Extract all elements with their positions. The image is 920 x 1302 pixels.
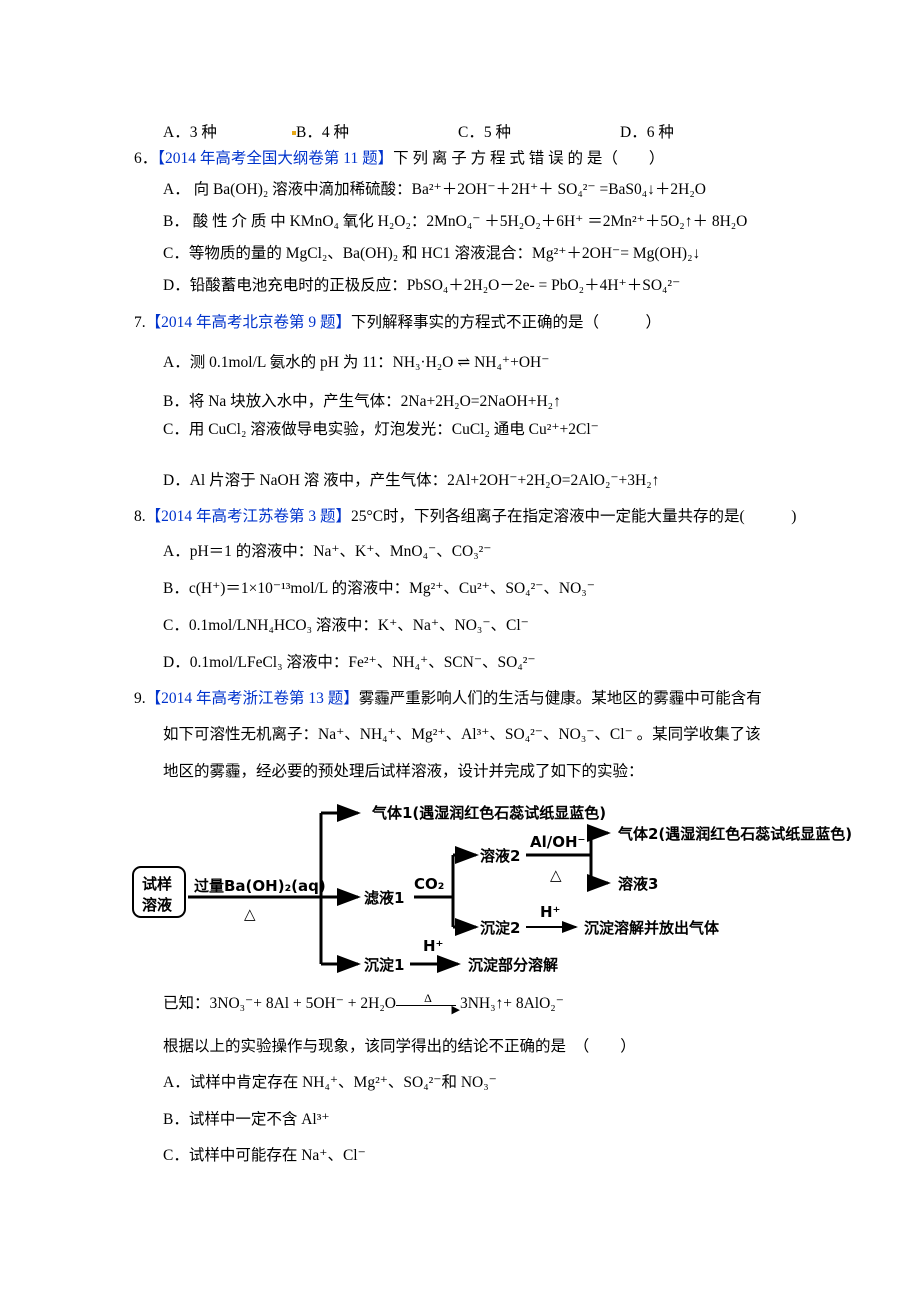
q6-option-a: A． 向 Ba(OH)₂ 溶液中滴加稀硫酸：Ba²⁺＋2OH⁻＋2H⁺＋ SO₄… — [163, 181, 706, 198]
q9-option-c: C．试样中可能存在 Na⁺、Cl⁻ — [163, 1147, 366, 1164]
q6-stem-text: 下 列 离 子 方 程 式 错 误 的 是（ ） — [393, 150, 665, 167]
heat-symbol-1: △ — [244, 905, 256, 923]
al-oh-label: Al/OH⁻ — [530, 833, 585, 851]
q7-option-d: D．Al 片溶于 NaOH 溶 液中，产生气体：2Al+2OH⁻+2H₂O=2A… — [163, 472, 660, 489]
q7-option-b: B．将 Na 块放入水中，产生气体：2Na+2H₂O=2NaOH+H₂↑ — [163, 393, 561, 410]
q8-option-d: D．0.1mol/LFeCl₃ 溶液中：Fe²⁺、NH₄⁺、SCN⁻、SO₄²⁻ — [163, 654, 536, 671]
q9-stem: 9.【2014 年高考浙江卷第 13 题】雾霾严重影响人们的生活与健康。某地区的… — [134, 689, 762, 709]
q5-option-c: C．5 种 — [458, 124, 511, 141]
known-equation: 已知：3NO₃⁻+ 8Al + 5OH⁻ + 2H₂O Δ ▶ 3NH₃↑+ 8AlO… — [163, 991, 564, 1017]
q6-stem: 6．【2014 年高考全国大纲卷第 11 题】下 列 离 子 方 程 式 错 误… — [134, 149, 664, 169]
q6-number: 6． — [134, 150, 158, 167]
q5-option-d: D．6 种 — [620, 124, 674, 141]
q7-option-a: A．测 0.1mol/L 氨水的 pH 为 11：NH₃·H₂O ⇌ NH₄⁺+… — [163, 354, 550, 371]
q8-option-a: A．pH＝1 的溶液中：Na⁺、K⁺、MnO₄⁻、CO₃²⁻ — [163, 543, 492, 560]
solution3-label: 溶液3 — [618, 875, 658, 893]
experiment-flow-diagram: 试样 溶液 过量Ba(OH)₂(aq) △ 气体1(遇湿润红色石蕊试纸显蓝色) … — [132, 804, 852, 974]
q9-option-b: B．试样中一定不含 Al³⁺ — [163, 1111, 330, 1128]
q9-number: 9. — [134, 690, 146, 707]
precip2-result: 沉淀溶解并放出气体 — [584, 919, 720, 937]
q5-option-b: B．4 种 — [292, 120, 349, 142]
precip2-label: 沉淀2 — [480, 919, 520, 937]
q8-number: 8. — [134, 508, 146, 525]
reaction-arrow-icon: Δ ▶ — [395, 991, 460, 1016]
q6-option-d: D．铅酸蓄电池充电时的正极反应：PbSO₄＋2H₂O－2e- = PbO₂＋4H… — [163, 277, 681, 294]
precip1-label: 沉淀1 — [364, 956, 404, 974]
q8-source: 【2014 年高考江苏卷第 3 题】 — [145, 508, 352, 525]
q9-option-a: A．试样中肯定存在 NH₄⁺、Mg²⁺、SO₄²⁻和 NO₃⁻ — [163, 1074, 497, 1091]
h-plus-label-1: H⁺ — [423, 937, 443, 955]
gas1-label: 气体1(遇湿润红色石蕊试纸显蓝色) — [371, 804, 606, 822]
solution2-label: 溶液2 — [480, 847, 520, 865]
q8-option-c: C．0.1mol/LNH₄HCO₃ 溶液中：K⁺、Na⁺、NO₃⁻、Cl⁻ — [163, 617, 529, 634]
q6-source: 【2014 年高考全国大纲卷第 11 题】 — [157, 150, 394, 167]
q7-number: 7. — [134, 314, 146, 331]
reagent-ba-oh2: 过量Ba(OH)₂(aq) — [194, 877, 326, 895]
q9-stem-line-2: 如下可溶性无机离子：Na⁺、NH₄⁺、Mg²⁺、Al³⁺、SO₄²⁻、NO₃⁻、… — [163, 726, 761, 743]
q8-stem-text: 25°C时，下列各组离子在指定溶液中一定能大量共存的是( ) — [351, 508, 797, 525]
q7-source: 【2014 年高考北京卷第 9 题】 — [145, 314, 352, 331]
h-plus-label-2: H⁺ — [540, 903, 560, 921]
co2-label: CO₂ — [414, 875, 444, 893]
q7-stem: 7.【2014 年高考北京卷第 9 题】下列解释事实的方程式不正确的是（ ） — [134, 313, 661, 333]
q9-stem-text-1: 雾霾严重影响人们的生活与健康。某地区的雾霾中可能含有 — [358, 690, 762, 707]
q6-option-b: B． 酸 性 介 质 中 KMnO₄ 氧化 H₂O₂：2MnO₄⁻ ＋5H₂O₂… — [163, 213, 748, 230]
q8-stem: 8.【2014 年高考江苏卷第 3 题】25°C时，下列各组离子在指定溶液中一定… — [134, 507, 796, 527]
filtrate1-label: 滤液1 — [364, 889, 404, 907]
q7-stem-text: 下列解释事实的方程式不正确的是（ ） — [351, 314, 662, 331]
q6-option-c: C．等物质的量的 MgCl₂、Ba(OH)₂ 和 HC1 溶液混合：Mg²⁺＋2… — [163, 245, 701, 262]
start-label-2: 溶液 — [142, 896, 173, 914]
start-label-1: 试样 — [142, 875, 172, 893]
q9-stem-line-3: 地区的雾霾，经必要的预处理后试样溶液，设计并完成了如下的实验： — [163, 763, 644, 780]
q5-option-a: A．3 种 — [163, 124, 217, 141]
q8-option-b: B．c(H⁺)＝1×10⁻¹³mol/L 的溶液中：Mg²⁺、Cu²⁺、SO₄²… — [163, 580, 595, 597]
q7-option-c: C．用 CuCl₂ 溶液做导电实验，灯泡发光：CuCl₂ 通电 Cu²⁺+2Cl… — [163, 421, 599, 438]
gas2-label: 气体2(遇湿润红色石蕊试纸显蓝色) — [617, 825, 852, 843]
heat-symbol-2: △ — [550, 866, 562, 884]
precip1-result: 沉淀部分溶解 — [468, 956, 558, 974]
q9-source: 【2014 年高考浙江卷第 13 题】 — [145, 690, 359, 707]
q9-question: 根据以上的实验操作与现象，该同学得出的结论不正确的是 （ ） — [163, 1038, 636, 1055]
